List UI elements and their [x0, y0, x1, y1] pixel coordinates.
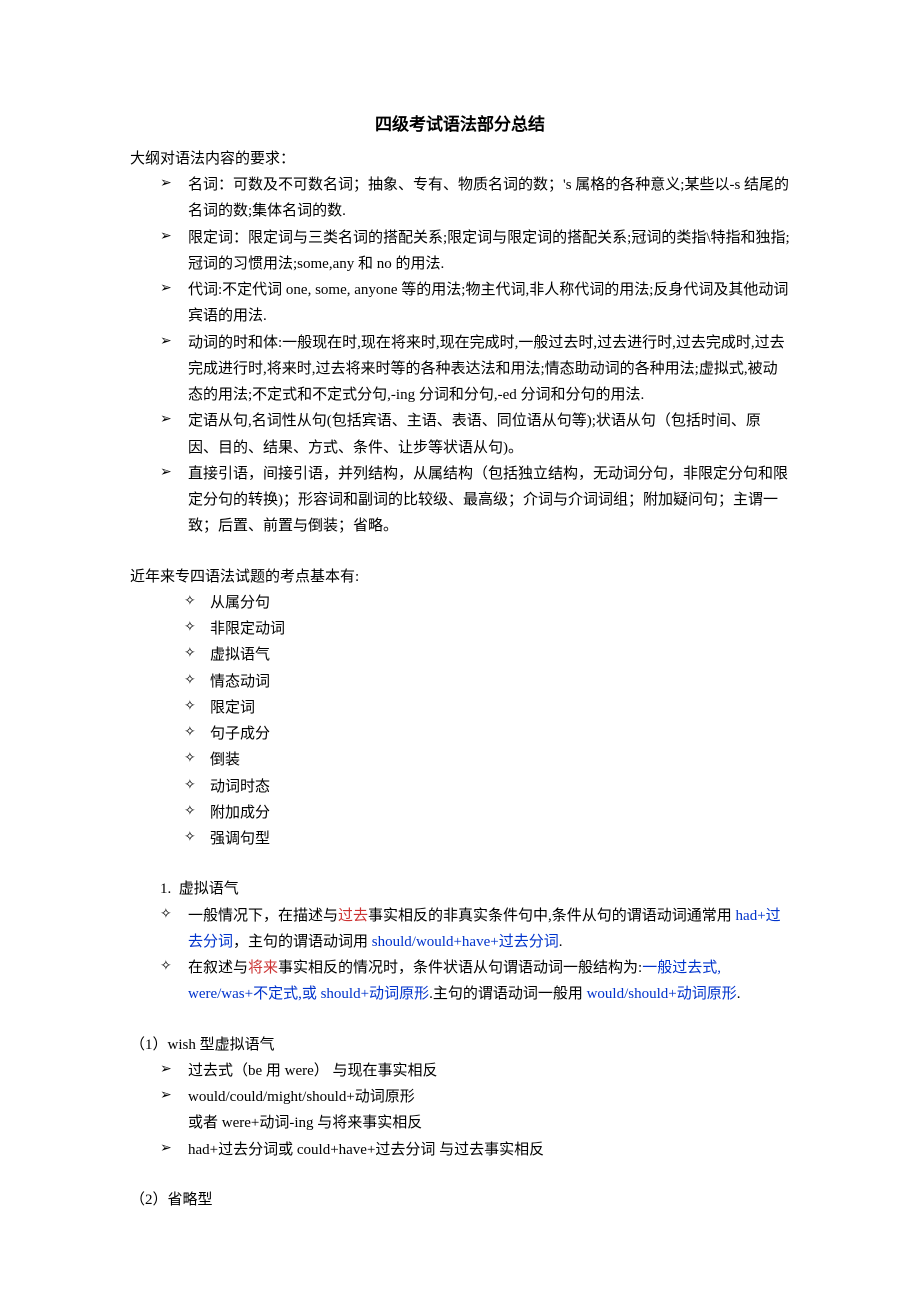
- section-number: 1.: [160, 881, 171, 897]
- text: 事实相反的情况时，条件状语从句谓语动词一般结构为:: [278, 960, 642, 976]
- list-item: 动词的时和体:一般现在时,现在将来时,现在完成时,一般过去时,过去进行时,过去完…: [130, 330, 790, 409]
- list-item: 限定词: [130, 695, 790, 721]
- text: would/could/might/should+动词原形: [188, 1089, 415, 1105]
- list-item: 在叙述与将来事实相反的情况时，条件状语从句谓语动词一般结构为:一般过去式, we…: [130, 955, 790, 1008]
- highlight-future: 将来: [248, 960, 278, 976]
- text: .: [737, 986, 741, 1002]
- list-item: 限定词：限定词与三类名词的搭配关系;限定词与限定词的搭配关系;冠词的类指\特指和…: [130, 225, 790, 278]
- list-item: 倒装: [130, 747, 790, 773]
- text: .: [559, 934, 563, 950]
- text: 在叙述与: [188, 960, 248, 976]
- outline-list: 名词：可数及不可数名词；抽象、专有、物质名词的数；'s 属格的各种意义;某些以-…: [130, 172, 790, 540]
- exam-points-list: 从属分句 非限定动词 虚拟语气 情态动词 限定词 句子成分 倒装 动词时态 附加…: [130, 590, 790, 853]
- text: .主句的谓语动词一般用: [429, 986, 587, 1002]
- intro-line: 大纲对语法内容的要求：: [130, 146, 790, 172]
- list-item: 情态动词: [130, 669, 790, 695]
- list-item: 句子成分: [130, 721, 790, 747]
- list-item: would/could/might/should+动词原形 或者 were+动词…: [130, 1084, 790, 1137]
- text: 事实相反的非真实条件句中,条件从句的谓语动词通常用: [368, 908, 732, 924]
- list-item: 定语从句,名词性从句(包括宾语、主语、表语、同位语从句等);状语从句（包括时间、…: [130, 408, 790, 461]
- page-title: 四级考试语法部分总结: [130, 110, 790, 140]
- list-item: 直接引语，间接引语，并列结构，从属结构（包括独立结构，无动词分句，非限定分句和限…: [130, 461, 790, 540]
- highlight-past: 过去: [338, 908, 368, 924]
- continuation-line: 或者 were+动词-ing 与将来事实相反: [188, 1110, 790, 1136]
- list-item: 附加成分: [130, 800, 790, 826]
- subsection-1-label: （1）wish 型虚拟语气: [130, 1032, 790, 1058]
- list-item: 代词:不定代词 one, some, anyone 等的用法;物主代词,非人称代…: [130, 277, 790, 330]
- list-item: 一般情况下，在描述与过去事实相反的非真实条件句中,条件从句的谓语动词通常用 ha…: [130, 903, 790, 956]
- section-title: 虚拟语气: [179, 881, 239, 897]
- highlight-formula: would/should+动词原形: [587, 986, 737, 1002]
- list-item: 名词：可数及不可数名词；抽象、专有、物质名词的数；'s 属格的各种意义;某些以-…: [130, 172, 790, 225]
- list-item: 虚拟语气: [130, 642, 790, 668]
- list-item: 从属分句: [130, 590, 790, 616]
- section-1-heading: 1. 虚拟语气: [130, 876, 790, 902]
- list-item: 强调句型: [130, 826, 790, 852]
- subsection-2-label: （2）省略型: [130, 1187, 790, 1213]
- exam-points-label: 近年来专四语法试题的考点基本有:: [130, 564, 790, 590]
- list-item: 动词时态: [130, 774, 790, 800]
- wish-list: 过去式（be 用 were） 与现在事实相反 would/could/might…: [130, 1058, 790, 1163]
- subjunctive-list: 一般情况下，在描述与过去事实相反的非真实条件句中,条件从句的谓语动词通常用 ha…: [130, 903, 790, 1008]
- list-item: 过去式（be 用 were） 与现在事实相反: [130, 1058, 790, 1084]
- highlight-formula: should/would+have+过去分词: [372, 934, 559, 950]
- list-item: had+过去分词或 could+have+过去分词 与过去事实相反: [130, 1137, 790, 1163]
- text: 一般情况下，在描述与: [188, 908, 338, 924]
- text: ，主句的谓语动词用: [233, 934, 372, 950]
- list-item: 非限定动词: [130, 616, 790, 642]
